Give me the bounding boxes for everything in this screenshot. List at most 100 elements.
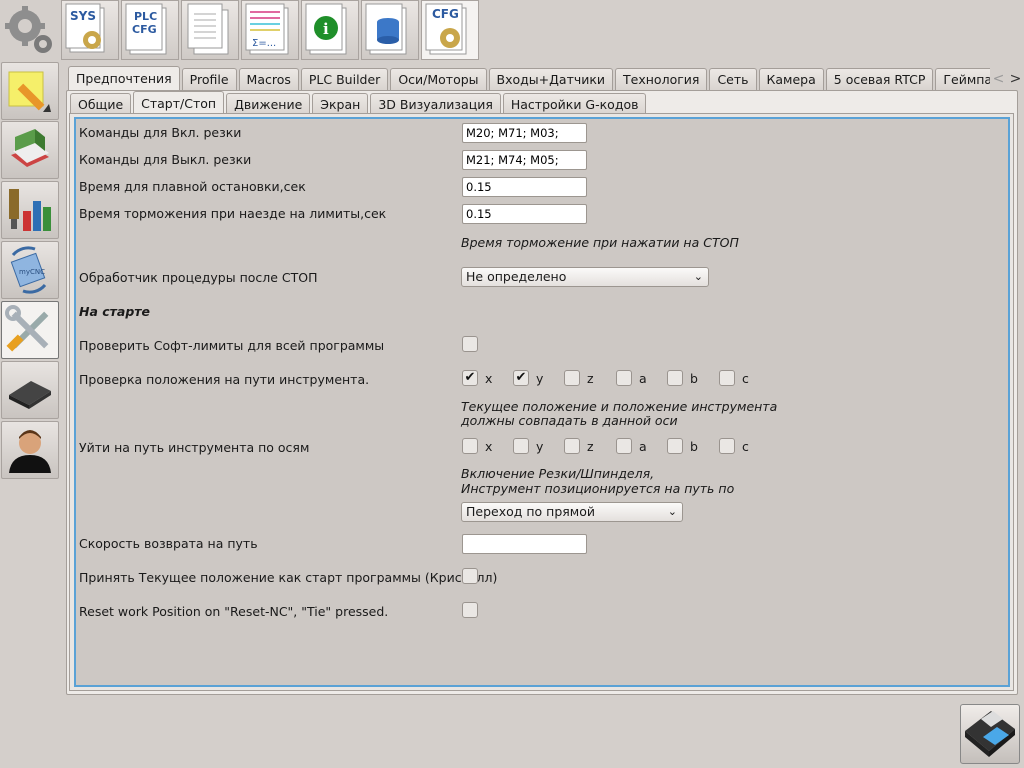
axis-checkbox[interactable]: ✔ <box>513 370 529 386</box>
sub-tab[interactable]: 3D Визуализация <box>370 93 501 115</box>
wrench-screwdriver-icon <box>5 305 49 352</box>
left-sidebar: myCNC <box>0 0 61 768</box>
sidebar-settings-button[interactable] <box>1 301 59 359</box>
axis-checkbox[interactable] <box>667 370 683 386</box>
microchip-icon <box>9 381 51 409</box>
after-stop-label: Обработчик процедуры после СТОП <box>79 270 318 285</box>
cfg-button[interactable]: CFG <box>421 0 479 60</box>
cut-on-label: Команды для Вкл. резки <box>79 125 242 140</box>
tool-path-note-line2: должны совпадать в данной оси <box>461 413 678 428</box>
cut-on-input[interactable] <box>462 123 587 143</box>
formula-table-button[interactable]: Σ=... <box>241 0 299 60</box>
mycnc-chip-icon: myCNC <box>10 246 47 294</box>
smooth-stop-input[interactable] <box>462 177 587 197</box>
axis-checkbox[interactable] <box>564 370 580 386</box>
go-to-path-label: Уйти на путь инструмента по осям <box>79 440 310 455</box>
sidebar-edit-button[interactable] <box>1 62 59 120</box>
sub-tab[interactable]: Движение <box>226 93 311 115</box>
main-tab-bar: Предпочтения Profile Macros PLC Builder Оси/… <box>68 66 1024 90</box>
main-tab[interactable]: PLC Builder <box>300 68 389 90</box>
axis-checkbox[interactable] <box>719 370 735 386</box>
plc-cfg-doc-icon: PLC CFG <box>125 3 167 55</box>
sidebar-hardware-button[interactable] <box>1 361 59 419</box>
info-icon: i <box>305 3 347 55</box>
sub-tab-bar: Общие Старт/Стоп Движение Экран 3D Визуализа… <box>70 91 648 115</box>
info-button[interactable]: i <box>301 0 359 60</box>
move-mode-value: Переход по прямой <box>466 504 595 519</box>
formula-table-icon: Σ=... <box>245 3 289 55</box>
axis-label: c <box>742 439 749 454</box>
plc-text: PLC <box>134 10 157 23</box>
axis-label: x <box>485 371 493 386</box>
gears-icon <box>5 6 52 53</box>
tab-scroll-left-icon[interactable]: < <box>993 71 1005 87</box>
axis-checkbox[interactable] <box>616 370 632 386</box>
reset-pos-checkbox[interactable] <box>462 602 478 618</box>
cut-off-label: Команды для Выкл. резки <box>79 152 252 167</box>
main-tab[interactable]: 5 осевая RTCP <box>825 68 934 90</box>
database-icon <box>365 3 407 55</box>
main-tab[interactable]: Входы+Датчики <box>488 68 614 90</box>
documents-button[interactable] <box>181 0 239 60</box>
axis-label: b <box>690 439 698 454</box>
sub-tab[interactable]: Экран <box>312 93 369 115</box>
cutter-bars-icon <box>9 189 51 231</box>
cfg-gear-doc-icon: CFG <box>425 3 467 55</box>
soft-limits-checkbox[interactable] <box>462 336 478 352</box>
axis-checkbox[interactable] <box>513 438 529 454</box>
plc-config-button[interactable]: PLC CFG <box>121 0 179 60</box>
settings-gears-icon[interactable] <box>1 0 59 58</box>
cut-off-input[interactable] <box>462 150 587 170</box>
after-stop-value: Не определено <box>466 269 567 284</box>
note-pencil-icon <box>8 71 51 112</box>
axis-checkbox[interactable] <box>616 438 632 454</box>
stop-note: Время торможение при нажатии на СТОП <box>461 235 739 250</box>
main-tab[interactable]: Камера <box>758 68 824 90</box>
spindle-note-line2: Инструмент позиционируется на путь по <box>461 481 735 496</box>
axis-label: y <box>536 439 544 454</box>
tab-scroll-right-icon[interactable]: > <box>1010 71 1022 87</box>
sub-tab[interactable]: Настройки G-кодов <box>502 93 647 115</box>
main-tab[interactable]: Profile <box>181 68 237 90</box>
main-tab[interactable]: Macros <box>238 68 299 90</box>
after-stop-select[interactable]: Не определено ⌄ <box>461 267 709 287</box>
sys-text: SYS <box>70 9 96 23</box>
tool-path-note-line1: Текущее положение и положение инструмент… <box>461 399 778 414</box>
database-button[interactable] <box>361 0 419 60</box>
sub-tab[interactable]: Общие <box>70 93 132 115</box>
sidebar-book-button[interactable] <box>1 121 59 179</box>
axis-label: b <box>690 371 698 386</box>
sidebar-user-button[interactable] <box>1 421 59 479</box>
chevron-down-icon: ⌄ <box>693 270 703 283</box>
axis-checkbox[interactable] <box>667 438 683 454</box>
accept-pos-label: Принять Текущее положение как старт прог… <box>79 570 498 585</box>
smooth-stop-label: Время для плавной остановки,сек <box>79 179 306 194</box>
sidebar-mycnc-button[interactable]: myCNC <box>1 241 59 299</box>
move-mode-select[interactable]: Переход по прямой ⌄ <box>461 502 683 522</box>
cfg2-text: CFG <box>432 7 459 21</box>
tool-path-check-label: Проверка положения на пути инструмента. <box>79 372 370 387</box>
documents-icon <box>187 3 229 55</box>
limit-brake-input[interactable] <box>462 204 587 224</box>
tab-scroll-arrows: < > <box>990 68 1024 90</box>
axis-checkbox[interactable] <box>564 438 580 454</box>
sub-tab[interactable]: Старт/Стоп <box>133 91 225 115</box>
on-start-heading: На старте <box>79 304 151 319</box>
axis-label: z <box>587 371 594 386</box>
return-speed-input[interactable] <box>462 534 587 554</box>
axis-checkbox[interactable] <box>462 438 478 454</box>
sys-config-button[interactable]: SYS <box>61 0 119 60</box>
save-button[interactable] <box>960 704 1020 764</box>
axis-label: x <box>485 439 493 454</box>
axis-label: c <box>742 371 749 386</box>
accept-pos-checkbox[interactable] <box>462 568 478 584</box>
main-tab[interactable]: Сеть <box>709 68 757 90</box>
main-tab[interactable]: Предпочтения <box>68 66 180 90</box>
axis-checkbox[interactable] <box>719 438 735 454</box>
cfg-text: CFG <box>132 23 157 36</box>
main-tab[interactable]: Оси/Моторы <box>390 68 487 90</box>
main-tab[interactable]: Технология <box>615 68 708 90</box>
sidebar-tools-button[interactable] <box>1 181 59 239</box>
reset-pos-label: Reset work Position on "Reset-NC", "Tie"… <box>79 604 389 619</box>
axis-checkbox[interactable]: ✔ <box>462 370 478 386</box>
